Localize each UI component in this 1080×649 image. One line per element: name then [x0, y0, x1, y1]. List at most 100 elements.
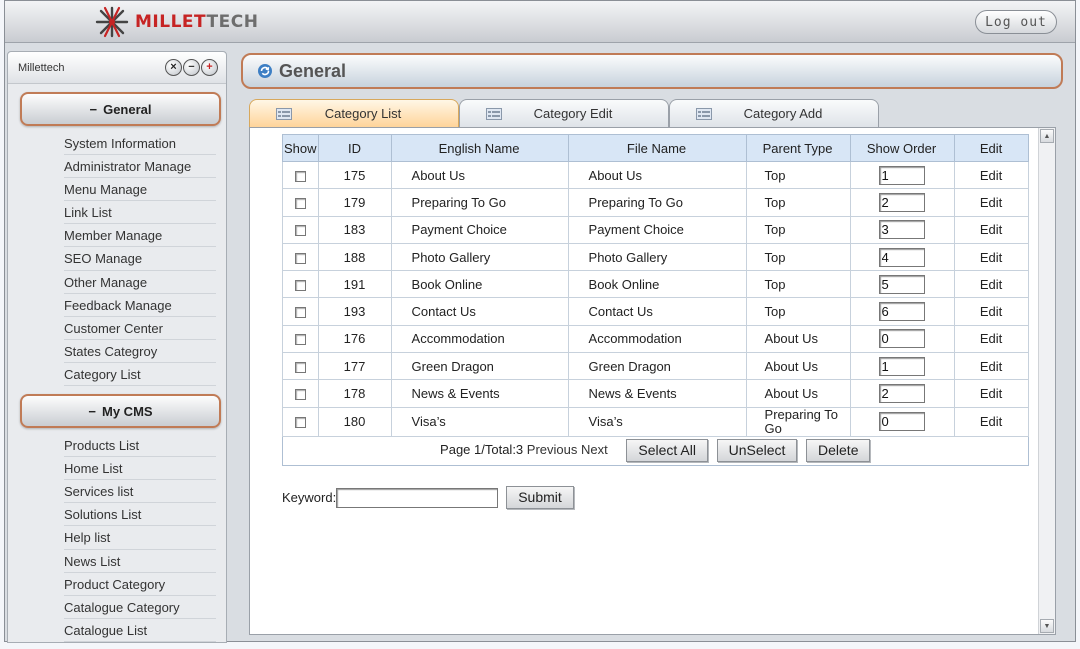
- refresh-icon: [258, 64, 272, 78]
- row-show-cell: [282, 270, 319, 299]
- row-file-name: Visa’s: [567, 406, 747, 437]
- tab-category-list[interactable]: Category List: [249, 99, 459, 127]
- sidebar-item-system-information[interactable]: System Information: [64, 132, 216, 156]
- logout-button[interactable]: Log out: [975, 10, 1057, 34]
- sidebar-item-states-categroy[interactable]: States Categroy: [64, 340, 216, 363]
- row-english-name: Accommodation: [390, 324, 569, 354]
- sidebar-item-news-list[interactable]: News List: [64, 550, 216, 573]
- sidebar-item-home-list[interactable]: Home List: [64, 457, 216, 481]
- row-edit-link[interactable]: Edit: [953, 352, 1029, 381]
- sidebar-item-feedback-manage[interactable]: Feedback Manage: [64, 294, 216, 317]
- delete-button[interactable]: Delete: [806, 439, 871, 463]
- row-checkbox[interactable]: [294, 170, 306, 182]
- sidebar-section-general[interactable]: − General: [20, 92, 221, 126]
- minimize-icon[interactable]: −: [183, 59, 200, 76]
- sidebar-item-catalogue-list[interactable]: Catalogue List: [64, 619, 216, 642]
- sidebar: Millettech × − + − General System Inform…: [7, 51, 227, 643]
- sidebar-item-catalogue-category[interactable]: Catalogue Category: [64, 596, 216, 619]
- show-order-input[interactable]: [878, 165, 925, 185]
- show-order-input[interactable]: [878, 220, 925, 240]
- sidebar-item-category-list[interactable]: Category List: [64, 363, 216, 387]
- submit-button[interactable]: Submit: [506, 486, 574, 509]
- row-english-name: Book Online: [390, 270, 569, 299]
- content-area: Show ID English Name File Name Parent Ty…: [249, 127, 1056, 635]
- row-show-order-cell: [849, 270, 955, 299]
- row-edit-link[interactable]: Edit: [953, 379, 1029, 408]
- row-english-name: News & Events: [390, 379, 569, 408]
- table-row: 179Preparing To GoPreparing To GoTopEdit: [282, 188, 1029, 217]
- show-order-input[interactable]: [878, 329, 925, 349]
- sidebar-item-products-list[interactable]: Products List: [64, 434, 216, 458]
- scroll-down-icon[interactable]: ▼: [1040, 619, 1054, 633]
- tab-category-edit[interactable]: Category Edit: [459, 99, 669, 127]
- show-order-input[interactable]: [878, 192, 925, 212]
- row-edit-link[interactable]: Edit: [953, 160, 1029, 190]
- row-edit-link[interactable]: Edit: [953, 188, 1029, 217]
- show-order-input[interactable]: [878, 384, 925, 404]
- row-edit-link[interactable]: Edit: [953, 297, 1029, 326]
- keyword-input[interactable]: [336, 487, 499, 508]
- vertical-scrollbar[interactable]: ▲ ▼: [1038, 128, 1055, 634]
- show-order-input[interactable]: [878, 412, 925, 432]
- row-show-cell: [282, 352, 319, 381]
- row-parent-type: About Us: [745, 379, 851, 408]
- sidebar-item-menu-manage[interactable]: Menu Manage: [64, 178, 216, 202]
- row-show-order-cell: [849, 188, 955, 217]
- row-english-name: Preparing To Go: [390, 188, 569, 217]
- row-checkbox[interactable]: [294, 225, 306, 237]
- tab-category-add[interactable]: Category Add: [669, 99, 879, 127]
- row-checkbox[interactable]: [294, 252, 306, 264]
- tab-label: Category Add: [743, 106, 823, 121]
- row-edit-link[interactable]: Edit: [953, 270, 1029, 299]
- sidebar-item-product-category[interactable]: Product Category: [64, 573, 216, 596]
- sidebar-item-solutions-list[interactable]: Solutions List: [64, 503, 216, 527]
- row-edit-link[interactable]: Edit: [953, 324, 1029, 354]
- show-order-input[interactable]: [878, 356, 925, 376]
- row-parent-type: About Us: [745, 324, 851, 354]
- show-order-input[interactable]: [878, 274, 925, 294]
- row-edit-link[interactable]: Edit: [953, 406, 1029, 437]
- sidebar-item-help-list[interactable]: Help list: [64, 526, 216, 550]
- sidebar-item-customer-center[interactable]: Customer Center: [64, 317, 216, 340]
- row-file-name: Payment Choice: [567, 215, 747, 244]
- expand-icon[interactable]: +: [201, 59, 218, 76]
- sidebar-item-services-list[interactable]: Services list: [64, 480, 216, 504]
- row-checkbox[interactable]: [294, 334, 306, 346]
- row-checkbox[interactable]: [294, 361, 306, 373]
- row-checkbox[interactable]: [294, 417, 306, 429]
- row-checkbox[interactable]: [294, 307, 306, 319]
- sidebar-general-list: System Information Administrator Manage …: [8, 132, 226, 387]
- show-order-input[interactable]: [878, 247, 925, 267]
- column-header-parent-type: Parent Type: [745, 134, 851, 162]
- row-edit-link[interactable]: Edit: [953, 215, 1029, 244]
- scroll-up-icon[interactable]: ▲: [1040, 129, 1054, 143]
- row-file-name: Contact Us: [567, 297, 747, 326]
- row-checkbox[interactable]: [294, 279, 306, 291]
- sidebar-item-member-manage[interactable]: Member Manage: [64, 224, 216, 248]
- tab-label: Category List: [324, 106, 402, 121]
- sidebar-section-my-cms[interactable]: − My CMS: [20, 394, 221, 429]
- pager-next-link[interactable]: Next: [581, 442, 608, 457]
- sidebar-item-seo-manage[interactable]: SEO Manage: [64, 247, 216, 271]
- unselect-button[interactable]: UnSelect: [716, 439, 798, 463]
- sidebar-item-administrator-manage[interactable]: Administrator Manage: [64, 155, 216, 179]
- pager-status: Page 1/Total:3: [440, 442, 524, 458]
- row-file-name: About Us: [567, 160, 747, 190]
- row-checkbox[interactable]: [294, 198, 306, 209]
- select-all-button[interactable]: Select All: [626, 439, 708, 463]
- row-checkbox[interactable]: [294, 389, 306, 401]
- column-header-id: ID: [317, 134, 392, 162]
- sidebar-item-other-manage[interactable]: Other Manage: [64, 271, 216, 294]
- row-show-cell: [282, 242, 319, 272]
- show-order-input[interactable]: [878, 302, 925, 322]
- close-icon[interactable]: ×: [165, 59, 182, 76]
- pager-previous-link[interactable]: Previous: [527, 442, 578, 457]
- row-edit-link[interactable]: Edit: [953, 242, 1029, 272]
- column-header-show: Show: [282, 134, 319, 162]
- logo-starburst-icon: [95, 6, 129, 38]
- sidebar-item-link-list[interactable]: Link List: [64, 201, 216, 225]
- table-row: 180Visa’sVisa’sPreparing To GoEdit: [282, 406, 1029, 437]
- table-footer: Page 1/Total:3 Previous Next Select All …: [282, 435, 1029, 466]
- sidebar-title-bar: Millettech × − +: [8, 52, 226, 84]
- row-id: 188: [317, 242, 392, 272]
